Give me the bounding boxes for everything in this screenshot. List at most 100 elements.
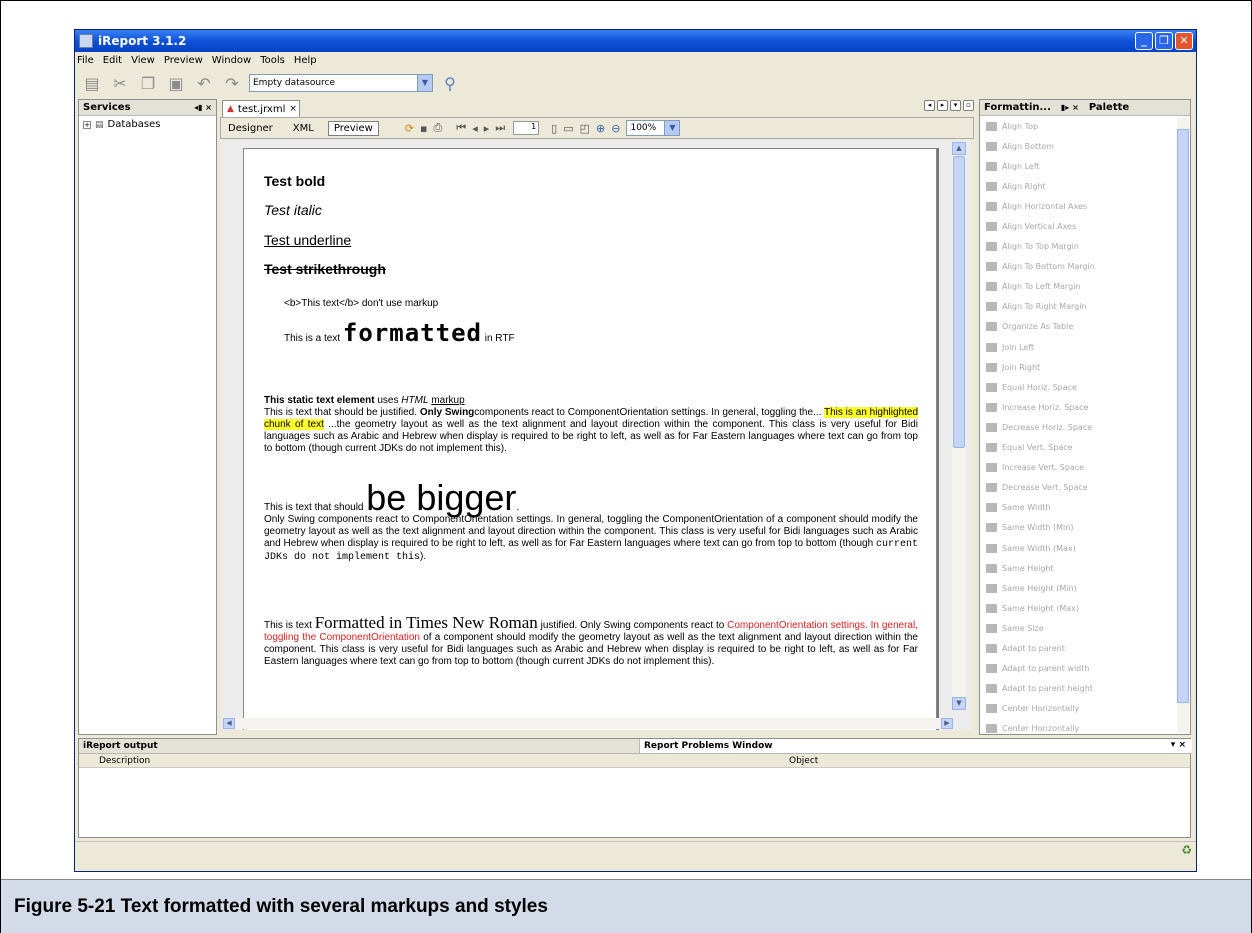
reload-icon[interactable]: ⟳: [405, 122, 414, 135]
copy-icon[interactable]: ❐: [137, 73, 159, 93]
scroll-down-icon[interactable]: ▼: [952, 697, 966, 710]
formatting-item-label: Center Horizontally: [1002, 724, 1080, 734]
save-icon[interactable]: ▪: [420, 122, 427, 135]
tree-item-databases[interactable]: + ▤ Databases: [79, 116, 216, 133]
tab-preview[interactable]: Preview: [327, 120, 379, 136]
formatting-item[interactable]: Align Horizontal Axes: [980, 196, 1190, 216]
close-button[interactable]: ✕: [1175, 32, 1193, 50]
formatting-item[interactable]: Same Size: [980, 618, 1190, 638]
scroll-left-icon[interactable]: ◀: [223, 718, 235, 729]
formatting-item[interactable]: Align To Top Margin: [980, 237, 1190, 257]
save-all-icon[interactable]: ▤: [81, 73, 103, 93]
formatting-item[interactable]: Same Height (Min): [980, 578, 1190, 598]
tab-report-problems[interactable]: Report Problems Window: [639, 739, 1192, 753]
datasource-select[interactable]: Empty datasource ▼: [249, 74, 433, 92]
tab-list-icon[interactable]: ▾: [950, 100, 961, 111]
times-word: Formatted in Times New Roman: [314, 613, 538, 632]
actual-size-icon[interactable]: ▯: [551, 122, 557, 135]
col-description[interactable]: Description: [99, 756, 150, 766]
formatting-scrollbar[interactable]: [1177, 117, 1189, 733]
zoom-select[interactable]: 100% ▼: [626, 120, 681, 136]
menu-preview[interactable]: Preview: [164, 55, 203, 66]
minimize-panel-icon[interactable]: ◂▮ ×: [194, 103, 212, 112]
formatting-item[interactable]: Align To Right Margin: [980, 297, 1190, 317]
formatting-item[interactable]: Equal Horiz. Space: [980, 377, 1190, 397]
formatting-item[interactable]: Align Vertical Axes: [980, 216, 1190, 236]
scroll-thumb[interactable]: [953, 156, 965, 448]
gc-icon[interactable]: ♻: [1181, 843, 1192, 857]
first-page-icon[interactable]: ⏮: [456, 121, 466, 135]
expand-icon[interactable]: +: [83, 120, 91, 129]
fit-width-icon[interactable]: ◰: [580, 122, 590, 135]
minimize-button[interactable]: _: [1135, 32, 1153, 50]
formatting-item[interactable]: Join Left: [980, 337, 1190, 357]
tab-designer[interactable]: Designer: [228, 123, 273, 134]
formatting-item[interactable]: Align Top: [980, 116, 1190, 136]
formatting-item[interactable]: Align Left: [980, 156, 1190, 176]
formatting-item[interactable]: Organize As Table: [980, 317, 1190, 337]
menu-file[interactable]: File: [77, 55, 94, 66]
formatting-item[interactable]: Same Width: [980, 498, 1190, 518]
scroll-thumb[interactable]: [1177, 129, 1189, 703]
formatting-item[interactable]: Join Right: [980, 357, 1190, 377]
formatting-item[interactable]: Increase Horiz. Space: [980, 397, 1190, 417]
datasource-report-icon[interactable]: ⚲: [439, 73, 461, 93]
scroll-right-icon[interactable]: ▸: [937, 100, 948, 111]
zoom-in-icon[interactable]: ⊕: [596, 122, 605, 135]
last-page-icon[interactable]: ⏭: [495, 121, 505, 135]
scroll-right-icon[interactable]: ▶: [941, 718, 953, 729]
formatting-item[interactable]: Same Width (Min): [980, 518, 1190, 538]
page-number-input[interactable]: 1: [513, 121, 540, 135]
menu-view[interactable]: View: [131, 55, 155, 66]
vertical-scrollbar[interactable]: ▲ ▼: [952, 142, 966, 710]
formatting-item[interactable]: Decrease Vert. Space: [980, 478, 1190, 498]
col-object[interactable]: Object: [789, 756, 818, 766]
formatting-item[interactable]: Center Horizontally: [980, 719, 1190, 739]
maximize-editor-icon[interactable]: ▫: [963, 100, 974, 111]
formatting-item[interactable]: Same Height: [980, 558, 1190, 578]
menu-window[interactable]: Window: [212, 55, 251, 66]
tab-test-jrxml[interactable]: ▲ test.jrxml ×: [222, 100, 300, 117]
tab-ireport-output[interactable]: iReport output: [83, 741, 158, 751]
formatting-item[interactable]: Same Height (Max): [980, 598, 1190, 618]
tab-xml[interactable]: XML: [293, 123, 314, 134]
panel-controls-icon[interactable]: ▮▸ ×: [1061, 103, 1079, 112]
formatting-item[interactable]: Adapt to parent: [980, 638, 1190, 658]
formatting-item[interactable]: Adapt to parent height: [980, 679, 1190, 699]
tab-palette[interactable]: Palette: [1089, 102, 1129, 113]
formatting-item[interactable]: Increase Vert. Space: [980, 458, 1190, 478]
formatting-item[interactable]: Equal Vert. Space: [980, 438, 1190, 458]
paste-icon[interactable]: ▣: [165, 73, 187, 93]
menu-edit[interactable]: Edit: [103, 55, 122, 66]
formatting-item[interactable]: Align To Bottom Margin: [980, 257, 1190, 277]
formatting-item-label: Align Top: [1002, 121, 1039, 131]
horizontal-scrollbar[interactable]: ◀ ▶: [223, 718, 953, 729]
scroll-up-icon[interactable]: ▲: [952, 142, 966, 155]
maximize-button[interactable]: ❐: [1155, 32, 1173, 50]
prev-page-icon[interactable]: ◂: [472, 122, 478, 135]
formatting-item[interactable]: Decrease Horiz. Space: [980, 417, 1190, 437]
fit-page-icon[interactable]: ▭: [563, 122, 573, 135]
formatting-item[interactable]: Center Horizontally: [980, 699, 1190, 719]
alignment-icon: [986, 422, 997, 432]
panel-menu-icon[interactable]: ▾ ×: [1171, 740, 1186, 750]
menu-bar: File Edit View Preview Window Tools Help: [75, 52, 1196, 69]
report-page: Test bold Test italic Test underline Tes…: [243, 148, 937, 730]
print-icon[interactable]: ⎙: [433, 121, 442, 135]
formatting-item[interactable]: Same Width (Max): [980, 538, 1190, 558]
zoom-out-icon[interactable]: ⊖: [611, 122, 620, 135]
cut-icon[interactable]: ✂: [109, 73, 131, 93]
formatting-item[interactable]: Align Bottom: [980, 136, 1190, 156]
next-page-icon[interactable]: ▸: [484, 122, 490, 135]
close-tab-icon[interactable]: ×: [289, 104, 297, 114]
menu-tools[interactable]: Tools: [260, 55, 285, 66]
tab-formatting[interactable]: Formattin...: [984, 102, 1051, 113]
menu-help[interactable]: Help: [294, 55, 317, 66]
scroll-left-icon[interactable]: ◂: [924, 100, 935, 111]
formatting-item-label: Align Vertical Axes: [1002, 222, 1077, 232]
redo-icon[interactable]: ↷: [221, 73, 243, 93]
formatting-item[interactable]: Align Right: [980, 176, 1190, 196]
formatting-item[interactable]: Align To Left Margin: [980, 277, 1190, 297]
undo-icon[interactable]: ↶: [193, 73, 215, 93]
formatting-item[interactable]: Adapt to parent width: [980, 659, 1190, 679]
